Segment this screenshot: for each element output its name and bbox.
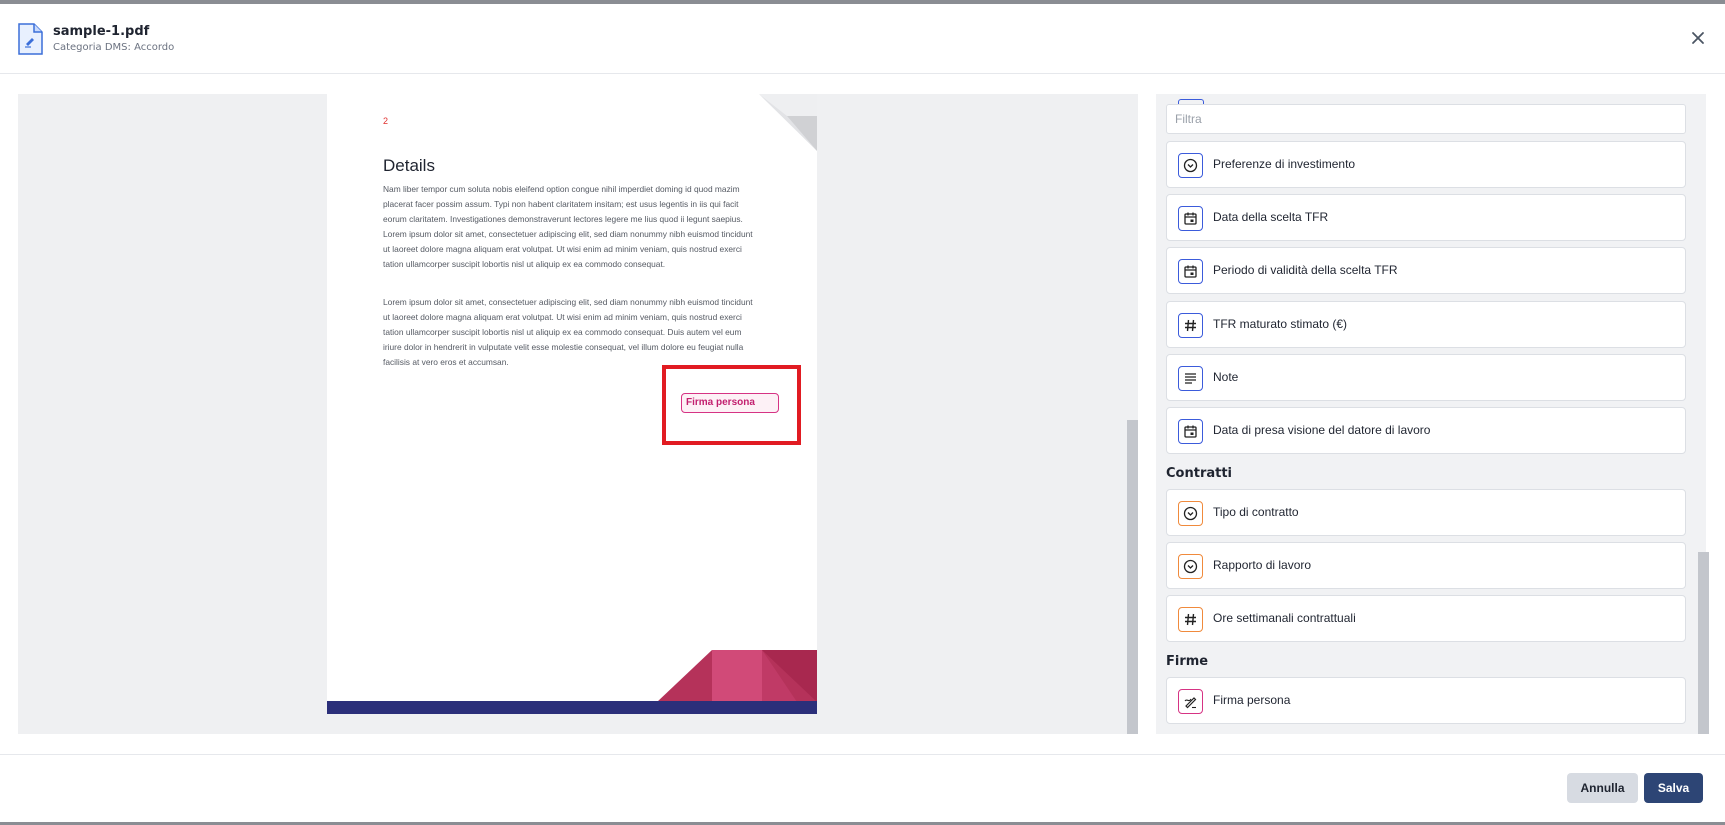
field-item-label: Periodo di validità della scelta TFR — [1213, 263, 1398, 277]
field-item[interactable]: Preferenze di investimento — [1166, 141, 1686, 188]
field-item-label: TFR maturato stimato (€) — [1213, 317, 1348, 331]
section-contratti: Contratti — [1166, 466, 1233, 481]
field-item-label: Data di presa visione del datore di lavo… — [1213, 423, 1431, 437]
field-item[interactable]: Tipo di contratto — [1166, 489, 1686, 536]
field-item[interactable]: Note — [1166, 354, 1686, 401]
dropdown-icon — [1178, 501, 1203, 526]
hash-icon — [1178, 313, 1203, 338]
calendar-icon — [1178, 206, 1203, 231]
save-button[interactable]: Salva — [1644, 773, 1703, 803]
field-item[interactable]: Ore settimanali contrattuali — [1166, 595, 1686, 642]
page-heading: Details — [383, 156, 435, 175]
file-name: sample-1.pdf — [53, 24, 150, 39]
field-item-label: Firma persona — [1213, 693, 1291, 707]
calendar-icon — [1178, 419, 1203, 444]
cancel-button[interactable]: Annulla — [1567, 773, 1638, 803]
panel-scrollbar[interactable] — [1698, 552, 1709, 734]
dropdown-icon — [1178, 153, 1203, 178]
text-icon — [1178, 366, 1203, 391]
field-item[interactable]: Data della scelta TFR — [1166, 194, 1686, 241]
field-item-label: Ore settimanali contrattuali — [1213, 611, 1356, 625]
section-firme: Firme — [1166, 654, 1209, 669]
hash-icon — [1178, 607, 1203, 632]
field-item-label: Note — [1213, 370, 1239, 384]
dropdown-icon — [1178, 554, 1203, 579]
dialog-header: sample-1.pdf Categoria DMS: Accordo — [0, 4, 1725, 74]
field-item[interactable]: Firma persona — [1166, 677, 1686, 724]
field-item-label: Preferenze di investimento — [1213, 157, 1356, 171]
pdf-file-icon — [17, 22, 44, 56]
field-item[interactable]: Data di presa visione del datore di lavo… — [1166, 407, 1686, 454]
field-item[interactable]: Periodo di validità della scelta TFR — [1166, 247, 1686, 294]
close-icon[interactable] — [1688, 28, 1708, 48]
field-item-label: Tipo di contratto — [1213, 505, 1299, 519]
signature-field[interactable]: Firma persona — [681, 393, 779, 413]
signature-icon — [1178, 689, 1203, 714]
footer-divider — [0, 754, 1725, 755]
field-item[interactable]: TFR maturato stimato (€) — [1166, 301, 1686, 348]
page-paragraph-2: Lorem ipsum dolor sit amet, consectetuer… — [383, 297, 753, 367]
document-viewer[interactable]: 2 Details Nam liber tempor cum soluta no… — [18, 94, 1138, 734]
filter-input[interactable] — [1166, 104, 1686, 134]
calendar-icon — [1178, 259, 1203, 284]
page-paragraph-1: Nam liber tempor cum soluta nobis eleife… — [383, 184, 753, 269]
page-number: 2 — [383, 116, 389, 126]
field-item-label: Rapporto di lavoro — [1213, 558, 1312, 572]
viewer-scrollbar[interactable] — [1127, 420, 1138, 734]
file-category: Categoria DMS: Accordo — [53, 42, 175, 53]
field-item-label: Data della scelta TFR — [1213, 210, 1329, 224]
field-item[interactable]: Rapporto di lavoro — [1166, 542, 1686, 589]
